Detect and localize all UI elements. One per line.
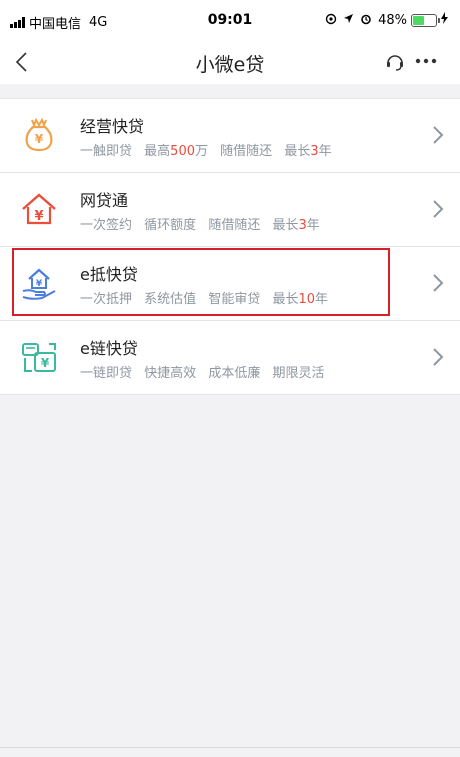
battery-icon: [411, 13, 440, 27]
more-dots-icon: [415, 58, 437, 64]
desc-segment: 快捷高效: [144, 366, 197, 381]
customer-service-button[interactable]: [382, 48, 408, 74]
svg-text:¥: ¥: [41, 356, 50, 370]
chain-card-icon: ¥: [22, 343, 56, 372]
desc-highlight: 3: [298, 218, 307, 233]
loan-product-list: ¥ 经营快贷 一触即贷 最高500万 随借随还 最长3年 ¥ 网贷通 一次签约: [0, 98, 460, 395]
desc-segment: 最长3年: [284, 144, 331, 159]
chevron-right-icon: [433, 200, 444, 218]
desc-segment: 一链即贷: [80, 366, 133, 381]
desc-segment: 最高500万: [144, 144, 208, 159]
house-yen-icon: ¥: [22, 193, 56, 225]
item-title: e链快贷: [80, 339, 138, 358]
money-bag-icon: ¥: [25, 117, 53, 152]
desc-segment: 一次签约: [80, 218, 133, 233]
svg-text:¥: ¥: [34, 209, 43, 224]
item-description: 一次签约 循环额度 随借随还 最长3年: [80, 214, 328, 233]
item-title: 经营快贷: [80, 117, 145, 136]
desc-text: 年: [318, 144, 332, 159]
location-icon: [343, 13, 354, 27]
item-title: 网贷通: [80, 191, 129, 210]
status-right: 48%: [325, 12, 448, 28]
svg-text:¥: ¥: [35, 132, 44, 146]
status-bar: 中国电信 4G 09:01 48%: [0, 0, 460, 40]
desc-text: 万: [195, 144, 209, 159]
list-item-business-loan[interactable]: ¥ 经营快贷 一触即贷 最高500万 随借随还 最长3年: [0, 99, 460, 173]
charging-icon: [441, 12, 448, 28]
list-item-e-chain-loan[interactable]: ¥ e链快贷 一链即贷 快捷高效 成本低廉 期限灵活: [0, 321, 460, 395]
more-button[interactable]: [413, 48, 439, 74]
desc-segment: 循环额度: [144, 218, 197, 233]
desc-segment: 期限灵活: [272, 366, 325, 381]
desc-text: 最高: [144, 144, 171, 159]
item-description: 一触即贷 最高500万 随借随还 最长3年: [80, 140, 340, 159]
chevron-right-icon: [433, 274, 444, 292]
lock-rotation-icon: [325, 13, 337, 28]
desc-segment: 随借随还: [208, 218, 261, 233]
desc-highlight: 3: [310, 144, 319, 159]
desc-text: 年: [306, 218, 320, 233]
bottom-divider: [0, 747, 460, 748]
alarm-icon: [360, 13, 372, 28]
headset-icon: [387, 55, 403, 71]
item-description: 一链即贷 快捷高效 成本低廉 期限灵活: [80, 362, 332, 381]
desc-text: 最长: [284, 144, 311, 159]
nav-bar: 小微e贷: [0, 40, 460, 84]
desc-highlight: 500: [170, 144, 195, 159]
desc-segment: 一触即贷: [80, 144, 133, 159]
desc-segment: 最长3年: [272, 218, 319, 233]
highlight-annotation-box: [12, 248, 390, 316]
list-item-online-loan[interactable]: ¥ 网贷通 一次签约 循环额度 随借随还 最长3年: [0, 173, 460, 247]
desc-segment: 成本低廉: [208, 366, 261, 381]
battery-label: 48%: [378, 12, 407, 28]
desc-text: 最长: [272, 218, 299, 233]
chevron-right-icon: [433, 348, 444, 366]
screen: 中国电信 4G 09:01 48% 小微e贷 ¥ 经营快贷 一触即贷 最高500…: [0, 0, 460, 757]
desc-segment: 随借随还: [220, 144, 273, 159]
chevron-right-icon: [433, 126, 444, 144]
